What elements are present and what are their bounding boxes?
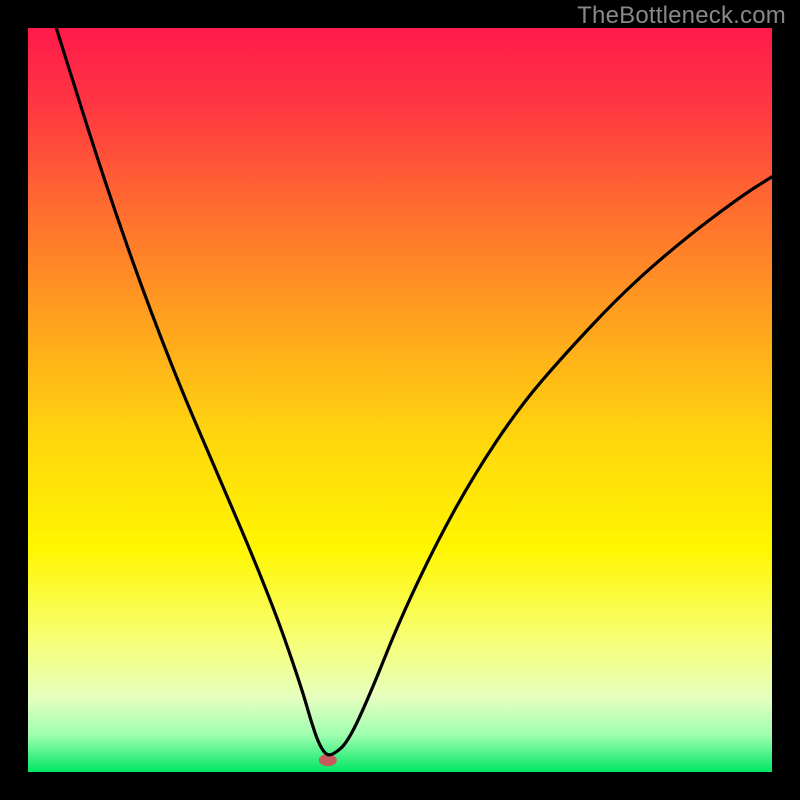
- watermark-text: TheBottleneck.com: [577, 2, 786, 30]
- bottleneck-chart: [0, 0, 800, 800]
- chart-container: TheBottleneck.com: [0, 0, 800, 800]
- plot-background: [28, 28, 772, 772]
